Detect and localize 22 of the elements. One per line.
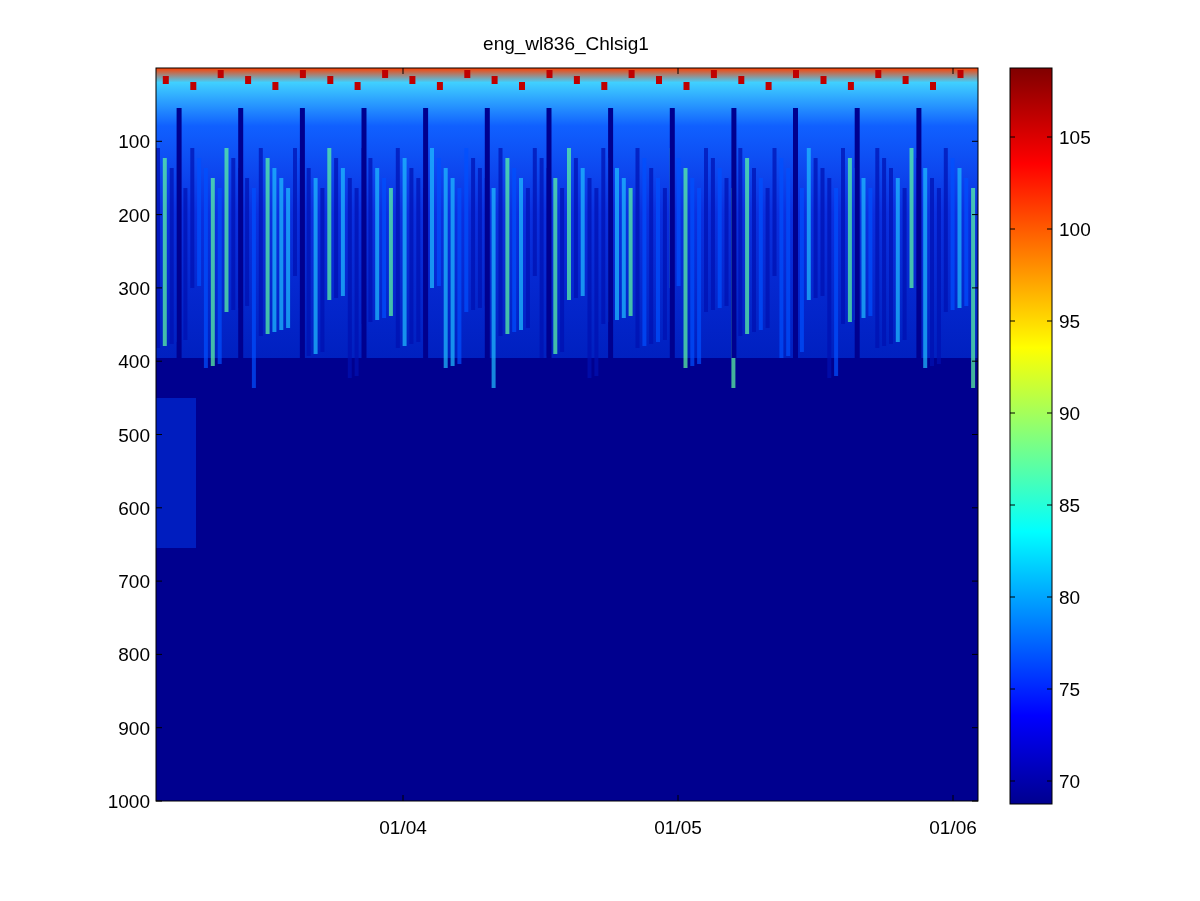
y-axis-tick-label: 600 [118, 497, 150, 519]
colorbar-tick-label: 90 [1059, 403, 1081, 424]
x-axis-tick-label: 01/04 [379, 817, 427, 838]
colorbar-tick-label: 70 [1059, 771, 1081, 792]
x-axis-tick-label: 01/06 [929, 817, 977, 838]
y-axis-tick-label: 700 [118, 571, 150, 593]
colorbar-tick-label: 95 [1059, 311, 1081, 332]
colorbar-tick-label: 75 [1059, 679, 1081, 700]
y-axis-tick-label: 300 [118, 277, 150, 299]
colorbar-tick-label: 80 [1059, 587, 1081, 608]
chart-title: eng_wl836_Chlsig1 [483, 33, 649, 54]
colorbar-tick-label: 85 [1059, 495, 1081, 516]
y-axis-tick-label: 1000 [107, 791, 150, 812]
y-axis-tick-label: 800 [118, 644, 150, 666]
y-axis-tick-label: 900 [118, 717, 150, 739]
colorbar-tick-label: 105 [1059, 127, 1091, 148]
y-axis-tick-label: 400 [118, 351, 150, 373]
colorbar-tick-label: 100 [1059, 219, 1091, 240]
y-axis-tick-label: 200 [118, 204, 150, 226]
x-axis-tick-label: 01/05 [654, 817, 702, 838]
y-axis-tick-label: 100 [118, 131, 150, 153]
y-axis-tick-label: 500 [118, 424, 150, 446]
